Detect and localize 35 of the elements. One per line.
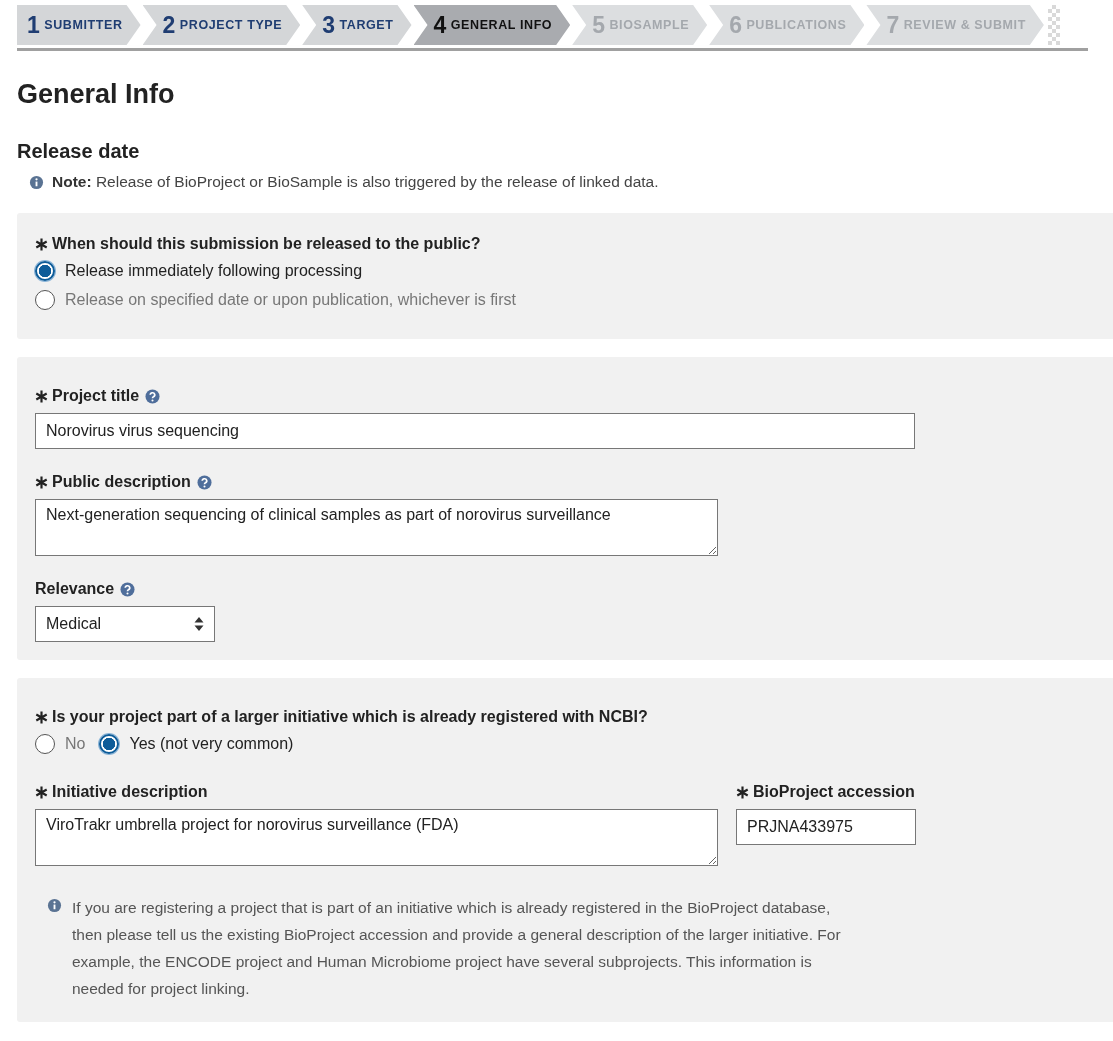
wizard-step[interactable]: 3 TARGET <box>302 5 412 45</box>
info-text: If you are registering a project that is part of an initiative which is already registered in the BioProject database, then please tell us the existing BioProject accession and provide a general description of the larger initiative. For example, the ENCODE project and Human Microbiome project have several subprojects. This information is needed for project linking. <box>72 898 842 999</box>
radio-label: No <box>65 735 86 753</box>
text-input[interactable]: Norovirus virus sequencing <box>35 413 915 449</box>
radio-button[interactable] <box>35 734 55 754</box>
text-input[interactable]: PRJNA433975 <box>736 809 916 845</box>
info-icon <box>29 174 44 190</box>
help-icon[interactable] <box>196 474 212 490</box>
field-label: BioProject accession <box>753 783 915 801</box>
field-label: When should this submission be released to the public? <box>52 235 481 253</box>
page-heading: General Info <box>17 79 176 110</box>
wizard-step[interactable]: 1 SUBMITTER <box>17 5 141 45</box>
wizard-step[interactable]: 2 PROJECT TYPE <box>142 5 301 45</box>
note-text: Note: Release of BioProject or BioSample is also triggered by the release of linked data. <box>52 173 659 191</box>
radio-button[interactable] <box>99 734 120 754</box>
radio-button[interactable] <box>35 261 55 281</box>
field-label: Is your project part of a larger initiative which is already registered with NCBI? <box>52 708 648 726</box>
help-icon[interactable] <box>145 388 161 404</box>
radio-label: Release immediately following processing <box>65 262 363 280</box>
dropdown-select[interactable]: Medical <box>35 606 215 642</box>
radio-label: Release on specified date or upon publication, whichever is first <box>65 291 516 309</box>
section-heading: Release date <box>17 140 141 163</box>
field-label: Project title <box>52 387 140 405</box>
help-icon[interactable] <box>120 581 136 597</box>
text-area[interactable]: ViroTrakr umbrella project for norovirus surveillance (FDA) <box>35 809 718 866</box>
up-down-arrows-icon <box>194 616 204 632</box>
radio-button[interactable] <box>35 290 55 310</box>
info-icon <box>47 898 62 913</box>
field-label: Relevance <box>35 580 115 598</box>
wizard-step[interactable]: 4 GENERAL INFO <box>413 5 571 45</box>
field-label: Public description <box>52 473 191 491</box>
radio-label: Yes (not very common) <box>129 735 294 753</box>
stepper-end-pattern <box>1047 5 1060 45</box>
text-area[interactable]: Next-generation sequencing of clinical samples as part of norovirus surveillance <box>35 499 718 556</box>
field-label: Initiative description <box>52 783 208 801</box>
